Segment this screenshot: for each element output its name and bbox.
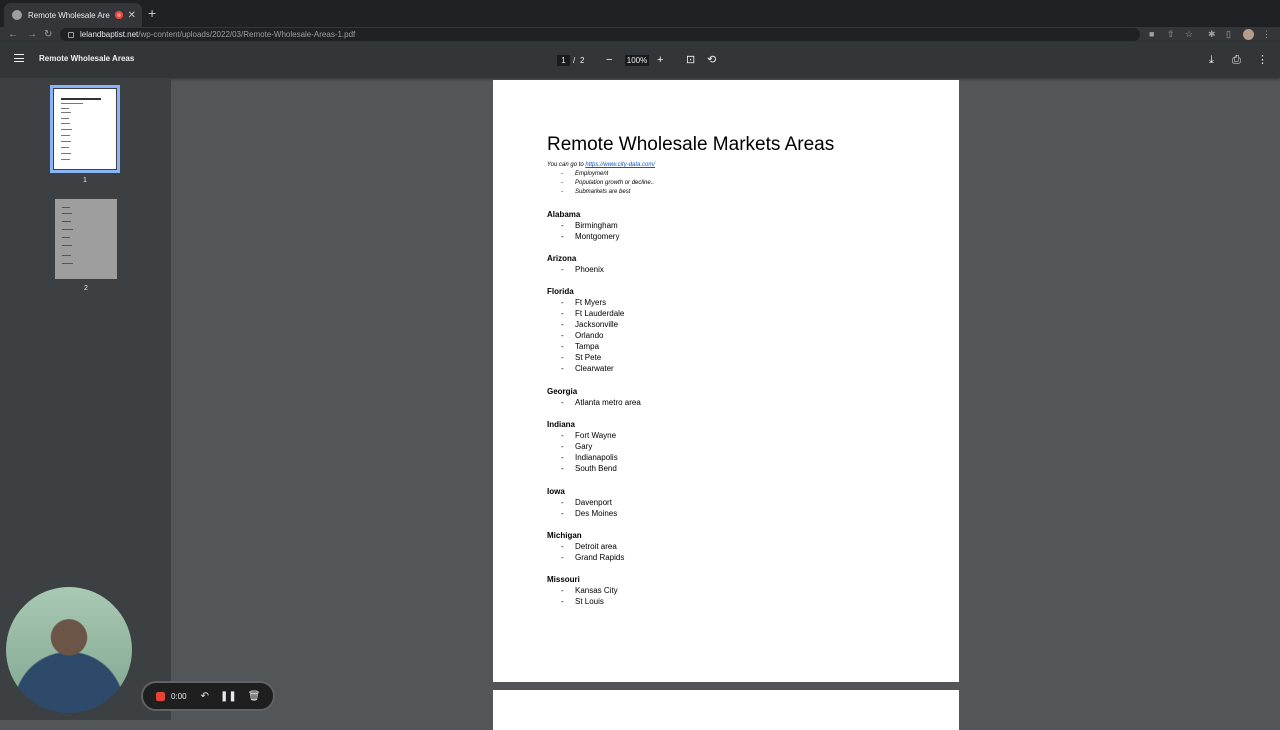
download-icon[interactable]: ⤓ [1209,52,1214,68]
more-vert-icon[interactable]: ⋮ [1262,27,1271,42]
city-data-link[interactable]: https://www.city-data.com/ [585,162,655,168]
list-item: - Detroit area [561,542,617,551]
list-item: - Population growth or decline.. [561,180,655,186]
stop-recording-button[interactable] [156,691,165,701]
tab-strip: Remote Wholesale Areas ✕ + [0,0,1280,27]
thumbnail-number-2: 2 [84,285,88,292]
list-item: - Clearwater [561,364,614,373]
zoom-level-input[interactable]: 100% [625,55,649,66]
page-thumbnail-1[interactable] [50,85,120,173]
globe-icon [12,10,22,20]
pdf-toolbar: Remote Wholesale Areas 1 / 2 − 100% + ⊡ … [0,42,1280,78]
lock-icon [68,31,74,38]
list-item: - Birmingham [561,221,618,230]
reload-icon[interactable]: ↻ [44,27,52,42]
camera-icon[interactable]: ■ [1149,27,1154,42]
webcam-overlay [6,587,132,713]
list-item: - St Louis [561,597,604,606]
pdf-page-2 [493,690,959,730]
state-heading: Indiana [547,420,576,429]
rotate-icon[interactable]: ⟲ [707,52,716,68]
state-heading: Georgia [547,387,578,396]
zoom-out-icon[interactable]: − [606,52,612,68]
list-item: - Des Moines [561,509,618,518]
recording-controls: 0:00 ↶ ❚❚ 🗑 [141,681,275,711]
url-path: /wp-content/uploads/2022/03/Remote-Whole… [138,30,356,39]
list-item: - Ft Myers [561,298,607,307]
list-item: - Orlando [561,331,604,340]
state-heading: Missouri [547,575,580,584]
list-item: - Ft Lauderdale [561,309,625,318]
close-tab-icon[interactable]: ✕ [128,10,136,21]
print-icon[interactable]: ⎙ [1232,52,1241,68]
document-title: Remote Wholesale Areas [39,54,135,63]
bookmark-star-icon[interactable]: ☆ [1185,27,1193,42]
url-host: lelandbaptist.net [80,30,139,39]
page-thumbnail-2[interactable] [55,199,117,279]
share-icon[interactable]: ⇧ [1167,27,1175,42]
recording-indicator-icon [114,11,123,19]
list-item: - Gary [561,442,593,451]
list-item: - South Bend [561,464,617,473]
list-item: - Indianapolis [561,453,618,462]
undo-icon[interactable]: ↶ [201,691,209,702]
address-bar[interactable]: lelandbaptist.net /wp-content/uploads/20… [60,28,1140,41]
thumbnail-number-1: 1 [83,177,87,184]
tab-title: Remote Wholesale Areas [28,10,110,20]
browser-toolbar: ← → ↻ lelandbaptist.net /wp-content/uplo… [0,27,1280,42]
state-heading: Florida [547,287,574,296]
list-item: - Atlanta metro area [561,398,641,407]
extensions-icon[interactable]: ✱ [1208,27,1216,42]
recording-timer: 0:00 [171,691,187,701]
list-item: - Kansas City [561,586,618,595]
intro-text: You can go to [547,162,586,168]
list-item: - Employment [561,171,609,177]
list-item: - Davenport [561,498,612,507]
forward-icon[interactable]: → [27,27,37,42]
fit-page-icon[interactable]: ⊡ [686,52,695,68]
list-item: - Grand Rapids [561,553,625,562]
browser-tab[interactable]: Remote Wholesale Areas ✕ [4,3,142,27]
list-item: - Tampa [561,342,600,351]
back-icon[interactable]: ← [8,27,18,42]
list-item: - Jacksonville [561,320,619,329]
state-heading: Michigan [547,531,582,540]
more-options-icon[interactable]: ⋮ [1257,52,1268,68]
side-panel-icon[interactable]: ▯ [1226,27,1231,42]
menu-icon[interactable] [14,54,24,62]
avatar[interactable] [1243,29,1254,40]
trash-icon[interactable]: 🗑 [248,691,261,702]
list-item: - Montgomery [561,232,620,241]
page-title: Remote Wholesale Markets Areas [547,134,835,155]
pdf-page: Remote Wholesale Markets Areas You can g… [493,80,959,682]
list-item: - Fort Wayne [561,431,617,440]
new-tab-button[interactable]: + [148,5,156,21]
list-item: - Phoenix [561,265,604,274]
state-heading: Alabama [547,210,581,219]
intro-line: You can go to https://www.city-data.com/ [547,162,655,168]
state-heading: Iowa [547,487,565,496]
state-heading: Arizona [547,254,577,263]
page-total: 2 [580,56,585,65]
pause-icon[interactable]: ❚❚ [220,691,237,702]
page-separator: / [573,56,576,65]
page-number-input[interactable]: 1 [557,55,570,66]
list-item: - St Pete [561,353,602,362]
zoom-in-icon[interactable]: + [657,52,663,68]
list-item: - Submarkets are best [561,189,631,195]
